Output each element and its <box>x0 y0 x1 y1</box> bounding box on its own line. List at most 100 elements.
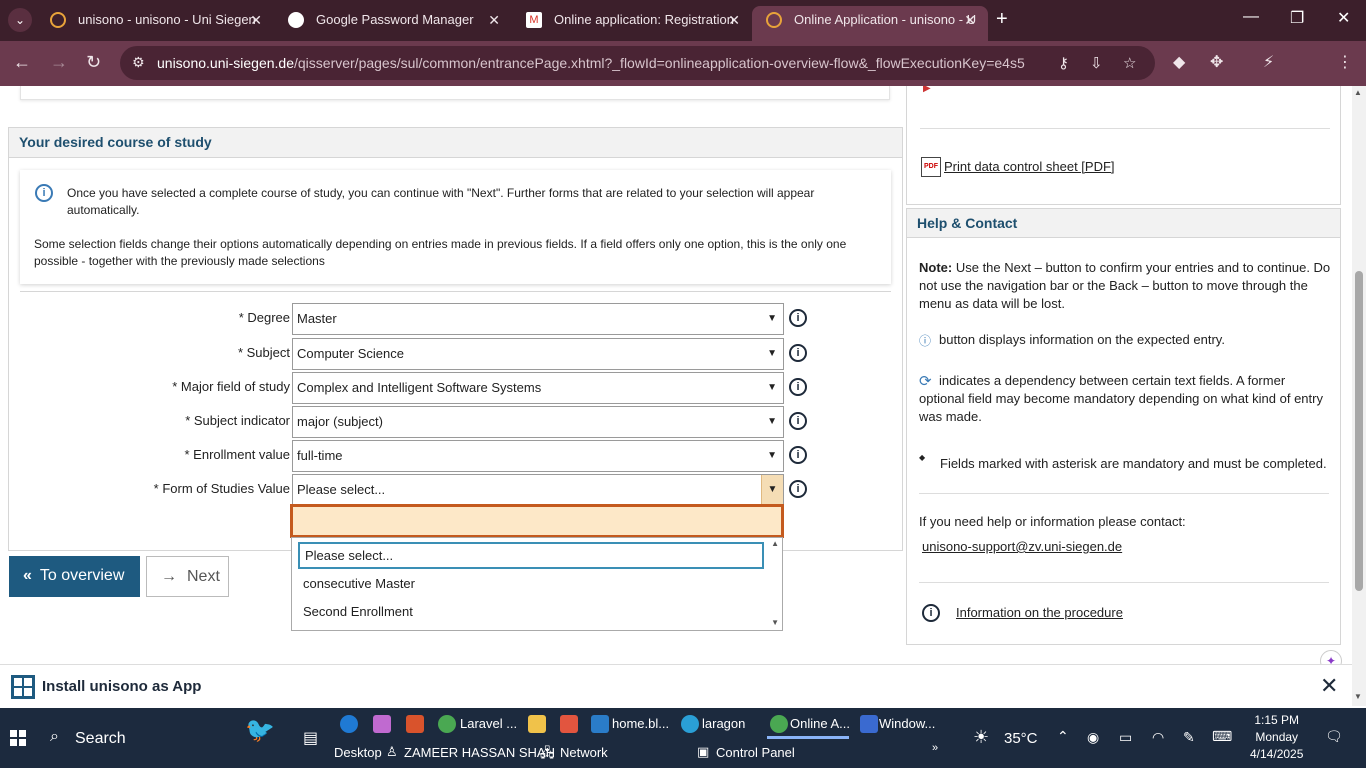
wifi-icon[interactable]: ◠ <box>1152 729 1164 746</box>
app-p-icon[interactable] <box>406 715 424 733</box>
weather-icon[interactable]: ☀ <box>973 727 989 748</box>
close-icon[interactable]: ✕ <box>728 6 740 34</box>
tray-chevron-up-icon[interactable]: ⌃ <box>1057 728 1069 745</box>
user-label[interactable]: ZAMEER HASSAN SHAH <box>404 745 555 760</box>
window-close-icon[interactable]: ✕ <box>1337 8 1350 28</box>
info-icon[interactable]: i <box>789 480 807 498</box>
form-of-studies-select[interactable]: Please select... ▼ <box>292 474 784 506</box>
network-icon: 🖧 <box>540 745 555 760</box>
degree-select[interactable]: Master ▼ <box>292 303 784 335</box>
minimize-icon[interactable]: — <box>1243 8 1259 26</box>
page-scrollbar[interactable]: ▲ ▼ <box>1352 86 1366 706</box>
divider <box>920 128 1330 129</box>
next-button[interactable]: → Next <box>146 556 229 597</box>
pen-icon[interactable]: ✎ <box>1183 729 1195 746</box>
dropdown-focus-field[interactable] <box>290 504 784 538</box>
keyboard-icon[interactable]: ⌨ <box>1212 728 1232 745</box>
copilot-icon[interactable] <box>373 715 391 733</box>
desktop-label[interactable]: Desktop <box>334 745 382 760</box>
tab-unisono[interactable]: unisono - unisono - Uni Siegen ✕ <box>36 6 274 41</box>
notification-icon[interactable]: 🗨 <box>1325 728 1343 745</box>
edge-icon[interactable] <box>340 715 358 733</box>
chrome-icon[interactable] <box>770 715 788 733</box>
back-arrow-icon[interactable]: ← <box>13 52 31 73</box>
dropdown-option[interactable]: consecutive Master <box>303 576 415 591</box>
taskbar-search[interactable]: ⌕ Search 🐦 <box>40 708 290 768</box>
info-icon[interactable]: i <box>789 309 807 327</box>
to-overview-button[interactable]: « To overview <box>9 556 140 597</box>
battery-icon[interactable]: ▭ <box>1119 729 1132 746</box>
taskbar-app-laravel[interactable]: Laravel ... <box>460 716 517 731</box>
procedure-info-link[interactable]: Information on the procedure <box>956 604 1326 622</box>
support-email-link[interactable]: unisono-support@zv.uni-siegen.de <box>922 538 1334 556</box>
record-icon[interactable]: ◉ <box>1087 729 1099 746</box>
close-icon[interactable]: ✕ <box>488 6 500 34</box>
chevron-down-icon: ▼ <box>767 382 777 393</box>
info-icon[interactable]: i <box>789 446 807 464</box>
url-text[interactable]: unisono.uni-siegen.de/qisserver/pages/su… <box>157 55 1025 71</box>
control-panel-label[interactable]: Control Panel <box>716 745 795 760</box>
bookmark-star-icon[interactable]: ☆ <box>1123 54 1136 72</box>
windows-start-icon[interactable] <box>10 730 26 746</box>
taskbar-app-vscode[interactable]: home.bl... <box>612 716 669 731</box>
scroll-down-icon[interactable]: ▼ <box>1354 692 1362 701</box>
chevron-down-icon: ▼ <box>767 416 777 427</box>
tab-password-manager[interactable]: Google Password Manager ✕ <box>274 6 512 41</box>
info-icon[interactable]: i <box>789 378 807 396</box>
chrome-icon[interactable] <box>438 715 456 733</box>
close-icon[interactable]: ✕ <box>964 6 976 34</box>
performance-icon[interactable]: ⚡ <box>1263 52 1274 72</box>
network-label[interactable]: Network <box>560 745 608 760</box>
close-icon[interactable]: ✕ <box>250 6 262 34</box>
info-button-text: button displays information on the expec… <box>939 332 1225 347</box>
taskbar-app-online-application[interactable]: Online A... <box>790 716 850 731</box>
password-key-icon[interactable]: ⚷ <box>1058 54 1069 72</box>
chrome-menu-icon[interactable]: ⋮ <box>1337 52 1353 72</box>
vscode-icon[interactable] <box>591 715 609 733</box>
taskbar-clock[interactable]: 1:15 PM Monday 4/14/2025 <box>1250 712 1303 763</box>
print-data-sheet-link[interactable]: Print data control sheet [PDF] <box>944 159 1115 174</box>
site-settings-icon[interactable]: ⚙ <box>132 54 145 71</box>
enrollment-value-select[interactable]: full-time ▼ <box>292 440 784 472</box>
file-explorer-icon[interactable] <box>528 715 546 733</box>
scroll-thumb[interactable] <box>1355 271 1363 591</box>
extension-gemini-icon[interactable]: ◆ <box>1173 52 1185 72</box>
tab-gmail[interactable]: M Online application: Registration ✕ <box>512 6 752 41</box>
taskbar-app-windows[interactable]: Window... <box>879 716 935 731</box>
major-field-select[interactable]: Complex and Intelligent Software Systems… <box>292 372 784 404</box>
maximize-icon[interactable]: ❐ <box>1290 8 1304 28</box>
overflow-chevron-icon[interactable]: » <box>932 742 938 754</box>
scroll-down-icon[interactable]: ▼ <box>771 618 779 627</box>
close-icon[interactable]: ✕ <box>1320 673 1338 699</box>
laragon-icon[interactable] <box>681 715 699 733</box>
scroll-up-icon[interactable]: ▲ <box>1354 88 1362 97</box>
brave-icon[interactable] <box>560 715 578 733</box>
taskbar-app-laragon[interactable]: laragon <box>702 716 745 731</box>
dependency-text: indicates a dependency between certain t… <box>919 373 1323 424</box>
select-value: Please select... <box>297 482 386 497</box>
divider <box>919 582 1329 583</box>
tab-online-application[interactable]: Online Application - unisono - U ✕ <box>752 6 988 41</box>
subject-select[interactable]: Computer Science ▼ <box>292 338 784 370</box>
install-app-link[interactable]: Install unisono as App <box>42 678 201 695</box>
task-view-icon[interactable]: ▤ <box>303 728 318 748</box>
install-app-icon[interactable]: ⇩ <box>1090 54 1103 72</box>
powershell-icon[interactable] <box>860 715 878 733</box>
extensions-puzzle-icon[interactable]: ✥ <box>1210 52 1223 72</box>
search-label: Search <box>75 730 126 747</box>
address-bar[interactable]: ⚙ unisono.uni-siegen.de/qisserver/pages/… <box>120 46 1155 80</box>
scroll-up-icon[interactable]: ▲ <box>771 539 779 548</box>
dropdown-option[interactable]: Second Enrollment <box>303 604 413 619</box>
new-tab-plus-icon[interactable]: + <box>996 8 1008 31</box>
info-icon[interactable]: i <box>789 412 807 430</box>
info-icon[interactable]: i <box>789 344 807 362</box>
forward-arrow-icon[interactable]: → <box>50 52 68 73</box>
note-label: Note: <box>919 260 953 275</box>
reload-icon[interactable]: ↻ <box>86 52 101 73</box>
weather-temp[interactable]: 35°C <box>1004 730 1038 747</box>
subject-indicator-select[interactable]: major (subject) ▼ <box>292 406 784 438</box>
double-chevron-left-icon: « <box>23 567 32 584</box>
dropdown-search-input[interactable]: Please select... <box>298 542 764 569</box>
info-box: i Once you have selected a complete cour… <box>20 170 891 284</box>
tab-search-dropdown[interactable]: ⌄ <box>8 8 32 32</box>
